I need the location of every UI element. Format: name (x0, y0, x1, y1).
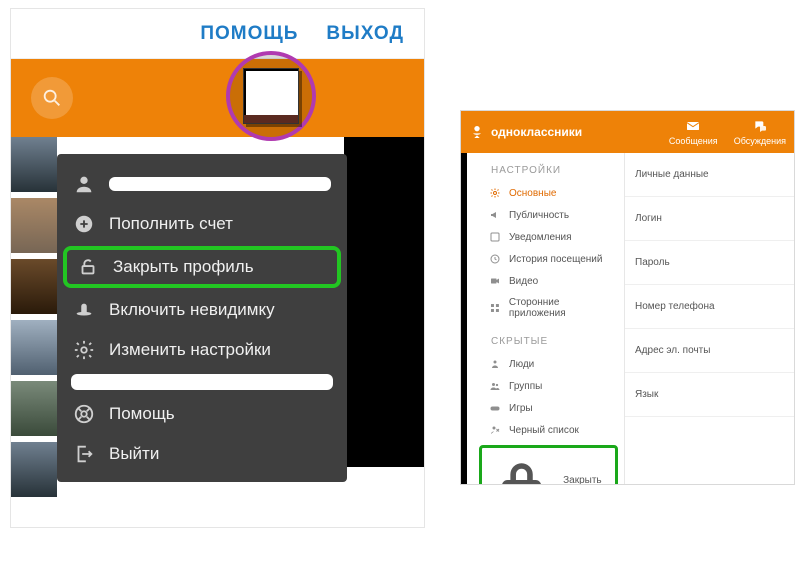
gamepad-icon (489, 402, 501, 414)
sidebar-item-label: Закрыть профиль (563, 475, 609, 484)
dropdown-user-row[interactable] (57, 164, 347, 204)
clock-icon (489, 253, 501, 265)
settings-row-login[interactable]: Логин (625, 197, 794, 241)
sidebar-item-label: Сторонние приложения (509, 297, 618, 319)
user-icon (489, 358, 501, 370)
dropdown-item-label: Закрыть профиль (113, 257, 254, 277)
sidebar-item-notifications[interactable]: Уведомления (461, 226, 624, 248)
sidebar-item-thirdparty[interactable]: Сторонние приложения (461, 292, 624, 324)
lock-icon (488, 452, 555, 484)
unlock-icon (77, 256, 99, 278)
friend-thumbnails (11, 137, 57, 497)
search-icon (41, 87, 63, 109)
friend-thumb[interactable] (11, 259, 57, 314)
top-links-bar: ПОМОЩЬ ВЫХОД (11, 9, 424, 59)
site-logo-text: одноклассники (491, 125, 582, 139)
settings-row-password[interactable]: Пароль (625, 241, 794, 285)
site-header: одноклассники Сообщения Обсуждения (461, 111, 794, 153)
dropdown-logout[interactable]: Выйти (57, 434, 347, 474)
dropdown-item-label: Включить невидимку (109, 300, 275, 320)
sidebar-group-title: НАСТРОЙКИ (461, 153, 624, 182)
site-logo[interactable]: одноклассники (469, 124, 582, 140)
friend-thumb[interactable] (11, 381, 57, 436)
apps-icon (489, 302, 501, 314)
sidebar-item-people[interactable]: Люди (461, 353, 624, 375)
sidebar-item-label: Основные (509, 188, 556, 199)
avatar-highlight-ring (226, 51, 316, 141)
logout-link[interactable]: ВЫХОД (326, 23, 404, 45)
settings-body: НАСТРОЙКИ Основные Публичность Уведомлен… (461, 153, 794, 484)
settings-detail-column: Личные данные Логин Пароль Номер телефон… (625, 153, 794, 484)
chat-icon (752, 118, 768, 134)
sidebar-item-label: Игры (509, 403, 533, 414)
checkbox-icon (489, 231, 501, 243)
settings-sidebar: НАСТРОЙКИ Основные Публичность Уведомлен… (461, 153, 625, 484)
profile-avatar[interactable] (243, 68, 299, 124)
sidebar-item-label: Видео (509, 276, 538, 287)
right-screenshot: одноклассники Сообщения Обсуждения НАСТР… (460, 110, 795, 485)
dropdown-item-label: Выйти (109, 444, 159, 464)
dropdown-item-label: Пополнить счет (109, 214, 233, 234)
plus-circle-icon (73, 213, 95, 235)
sidebar-item-groups[interactable]: Группы (461, 375, 624, 397)
video-icon (489, 275, 501, 287)
gear-icon (489, 187, 501, 199)
dropdown-invisible[interactable]: Включить невидимку (57, 290, 347, 330)
left-screenshot: ПОМОЩЬ ВЫХОД Вади ина(Федорова) (10, 8, 425, 528)
logout-icon (73, 443, 95, 465)
sidebar-item-label: Черный список (509, 425, 579, 436)
dropdown-topup[interactable]: Пополнить счет (57, 204, 347, 244)
dropdown-help[interactable]: Помощь (57, 394, 347, 434)
sidebar-item-blacklist[interactable]: Черный список (461, 419, 624, 441)
nav-discussions[interactable]: Обсуждения (734, 118, 786, 146)
orange-header (11, 59, 424, 137)
settings-row-lang[interactable]: Язык (625, 373, 794, 417)
sidebar-group-title: СКРЫТЫЕ (461, 324, 624, 353)
help-link[interactable]: ПОМОЩЬ (200, 23, 298, 45)
sidebar-item-label: Уведомления (509, 232, 572, 243)
profile-dropdown-menu: Пополнить счет Закрыть профиль Включить … (57, 154, 347, 482)
friend-thumb[interactable] (11, 442, 57, 497)
gear-icon (73, 339, 95, 361)
sidebar-item-label: Публичность (509, 210, 569, 221)
sidebar-item-general[interactable]: Основные (461, 182, 624, 204)
sidebar-item-publicity[interactable]: Публичность (461, 204, 624, 226)
nav-label: Сообщения (669, 136, 718, 146)
left-black-strip (461, 153, 467, 484)
sidebar-item-video[interactable]: Видео (461, 270, 624, 292)
nav-messages[interactable]: Сообщения (669, 118, 718, 146)
sidebar-item-label: История посещений (509, 254, 602, 265)
redacted-strip (71, 374, 333, 390)
dropdown-close-profile[interactable]: Закрыть профиль (63, 246, 341, 288)
dropdown-item-label: Изменить настройки (109, 340, 271, 360)
ok-logo-icon (469, 124, 485, 140)
megaphone-icon (489, 209, 501, 221)
settings-row-personal[interactable]: Личные данные (625, 153, 794, 197)
settings-row-email[interactable]: Адрес эл. почты (625, 329, 794, 373)
nav-label: Обсуждения (734, 136, 786, 146)
dropdown-settings[interactable]: Изменить настройки (57, 330, 347, 370)
user-icon (73, 173, 95, 195)
sidebar-item-games[interactable]: Игры (461, 397, 624, 419)
redacted-name (109, 177, 331, 191)
user-x-icon (489, 424, 501, 436)
header-nav: Сообщения Обсуждения (669, 118, 786, 146)
friend-thumb[interactable] (11, 320, 57, 375)
sidebar-item-label: Люди (509, 359, 534, 370)
sidebar-close-profile[interactable]: Закрыть профиль (479, 445, 618, 484)
dropdown-item-label: Помощь (109, 404, 175, 424)
sidebar-item-history[interactable]: История посещений (461, 248, 624, 270)
dark-background-strip (344, 137, 424, 467)
sidebar-item-label: Группы (509, 381, 542, 392)
settings-row-phone[interactable]: Номер телефона (625, 285, 794, 329)
friend-thumb[interactable] (11, 137, 57, 192)
friend-thumb[interactable] (11, 198, 57, 253)
lifebuoy-icon (73, 403, 95, 425)
envelope-icon (685, 118, 701, 134)
users-icon (489, 380, 501, 392)
search-button[interactable] (31, 77, 73, 119)
hat-icon (73, 299, 95, 321)
